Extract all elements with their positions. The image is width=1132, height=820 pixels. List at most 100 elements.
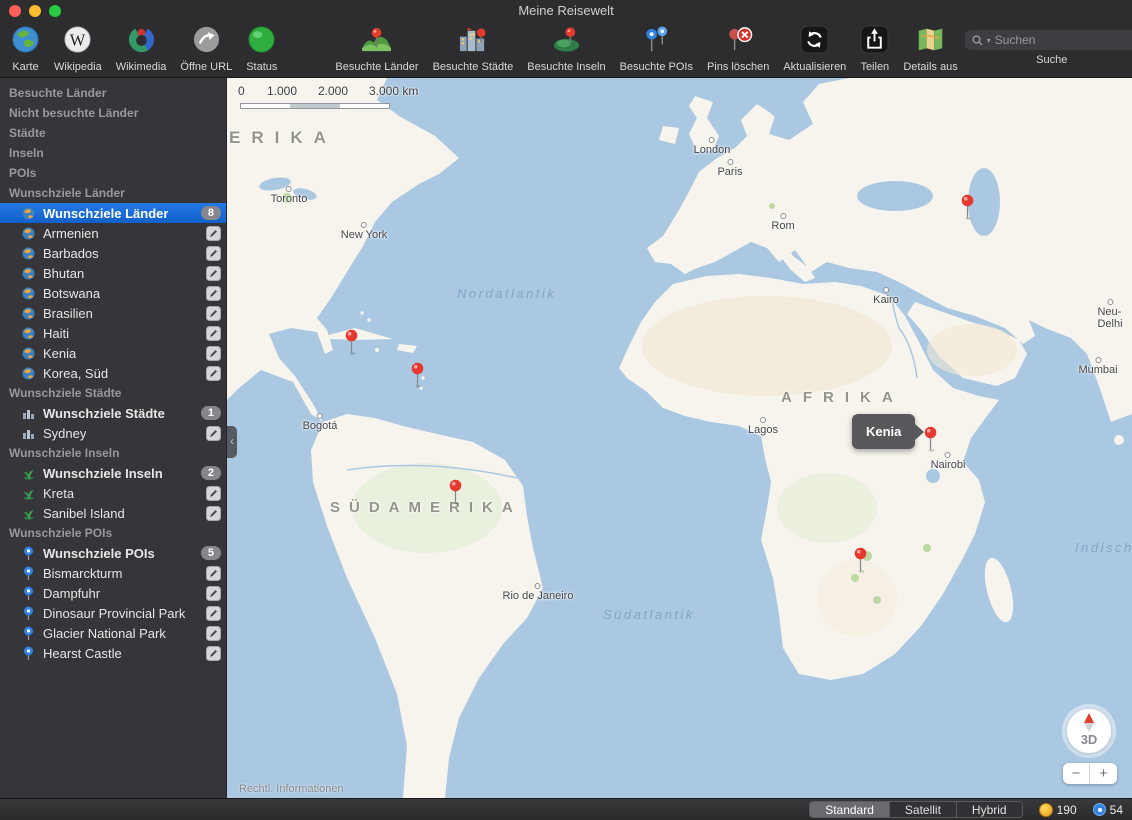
pin-callout[interactable]: Kenia xyxy=(852,414,925,449)
sidebar-item-label: Wunschziele Städte xyxy=(43,405,165,421)
toolbar-button-label: Besuchte Städte xyxy=(432,61,514,73)
pin-callout-label: Kenia xyxy=(866,424,902,439)
sidebar-item-wunschziele-inseln[interactable]: Wunschziele Inseln 2 xyxy=(0,463,226,483)
toolbar-button-besuchte-pois[interactable]: Besuchte POIs xyxy=(613,24,700,77)
sidebar-item-label: Kreta xyxy=(43,485,75,501)
sidebar-item-dampfuhr[interactable]: Dampfuhr xyxy=(0,583,226,603)
toolbar-button-besuchte-laender[interactable]: Besuchte Länder xyxy=(328,24,425,77)
edit-button[interactable] xyxy=(206,285,221,301)
toolbar-button-label: Wikipedia xyxy=(54,61,102,73)
sidebar-item-hearst-castle[interactable]: Hearst Castle xyxy=(0,643,226,663)
edit-button[interactable] xyxy=(206,585,221,601)
map-pin-1[interactable] xyxy=(345,329,358,360)
map-pin-4[interactable] xyxy=(924,426,937,457)
scale-label: 2.000 xyxy=(318,84,349,98)
sidebar-item-korea-s-d[interactable]: Korea, Süd xyxy=(0,363,226,383)
sidebar-group-header-wunschziele-inseln[interactable]: Wunschziele Inseln xyxy=(0,443,226,463)
toolbar-button-wikimedia[interactable]: Wikimedia xyxy=(109,24,174,77)
sidebar-item-kreta[interactable]: Kreta xyxy=(0,483,226,503)
edit-button[interactable] xyxy=(206,645,221,661)
toolbar-button-teilen[interactable]: Teilen xyxy=(853,24,896,77)
toolbar-button-aktualisieren[interactable]: Aktualisieren xyxy=(776,24,853,77)
toolbar-button-label: Karte xyxy=(12,61,39,73)
toolbar: Karte W Wikipedia Wikimedia Öffne URL Status B… xyxy=(0,22,1132,78)
toolbar-button-besuchte-inseln[interactable]: Besuchte Inseln xyxy=(520,24,612,77)
zoom-in-button[interactable]: + xyxy=(1090,763,1117,784)
sidebar-item-brasilien[interactable]: Brasilien xyxy=(0,303,226,323)
wish-country-icon xyxy=(20,225,36,241)
toolbar-button-wikipedia[interactable]: W Wikipedia xyxy=(47,24,109,77)
zoom-out-button[interactable]: − xyxy=(1063,763,1090,784)
sidebar-item-sydney[interactable]: Sydney xyxy=(0,423,226,443)
edit-button[interactable] xyxy=(206,605,221,621)
edit-button[interactable] xyxy=(206,505,221,521)
edit-button[interactable] xyxy=(206,365,221,381)
toolbar-button-karte[interactable]: Karte xyxy=(4,24,47,77)
sidebar-item-armenien[interactable]: Armenien xyxy=(0,223,226,243)
toolbar-button-label: Aktualisieren xyxy=(783,61,847,73)
sidebar-item-wunschziele-st-dte[interactable]: Wunschziele Städte 1 xyxy=(0,403,226,423)
sidebar-item-sanibel-island[interactable]: Sanibel Island xyxy=(0,503,226,523)
sidebar-item-glacier-national-park[interactable]: Glacier National Park xyxy=(0,623,226,643)
map-type-hybrid[interactable]: Hybrid xyxy=(956,802,1022,817)
toolbar-button-details-aus[interactable]: Details aus xyxy=(896,24,964,77)
edit-button[interactable] xyxy=(206,565,221,581)
sidebar-group-header-nicht-besuchte-l-nder[interactable]: Nicht besuchte Länder xyxy=(0,103,226,123)
delete-pins-icon xyxy=(722,25,755,59)
edit-button[interactable] xyxy=(206,245,221,261)
sidebar-item-barbados[interactable]: Barbados xyxy=(0,243,226,263)
edit-button[interactable] xyxy=(206,625,221,641)
map-canvas[interactable]: 0 1.000 2.000 3.000 km ERIKA AFRIKA SÜDAMERIK… xyxy=(227,78,1132,798)
edit-button[interactable] xyxy=(206,325,221,341)
sidebar-item-bismarckturm[interactable]: Bismarckturm xyxy=(0,563,226,583)
map-pin-3[interactable] xyxy=(449,479,462,510)
status-globe-icon xyxy=(247,25,276,59)
map-pin-5[interactable] xyxy=(854,547,867,578)
sidebar-group-header-wunschziele-l-nder[interactable]: Wunschziele Länder xyxy=(0,183,226,203)
edit-button[interactable] xyxy=(206,485,221,501)
sidebar-item-bhutan[interactable]: Bhutan xyxy=(0,263,226,283)
sidebar-item-label: Sanibel Island xyxy=(43,505,125,521)
sidebar-item-kenia[interactable]: Kenia xyxy=(0,343,226,363)
sidebar-group-header-st-dte[interactable]: Städte xyxy=(0,123,226,143)
sidebar-item-label: Bhutan xyxy=(43,265,85,281)
map-type-satellit[interactable]: Satellit xyxy=(889,802,957,817)
search-field[interactable]: ▾ xyxy=(964,30,1132,50)
map-pin-2[interactable] xyxy=(411,362,424,393)
edit-button[interactable] xyxy=(206,305,221,321)
sidebar-collapse-handle[interactable]: ‹ xyxy=(227,426,237,458)
sidebar-group-header-wunschziele-pois[interactable]: Wunschziele POIs xyxy=(0,523,226,543)
sidebar-item-botswana[interactable]: Botswana xyxy=(0,283,226,303)
sidebar-item-dinosaur-provincial-park[interactable]: Dinosaur Provincial Park xyxy=(0,603,226,623)
toolbar-button-pins-loeschen[interactable]: Pins löschen xyxy=(700,24,776,77)
toolbar-button-oeffne-url[interactable]: Öffne URL xyxy=(173,24,239,77)
search-input[interactable] xyxy=(994,33,1132,47)
sidebar-item-wunschziele-l-nder[interactable]: Wunschziele Länder 8 xyxy=(0,203,226,223)
sidebar-item-haiti[interactable]: Haiti xyxy=(0,323,226,343)
svg-text:W: W xyxy=(70,30,86,49)
sidebar-group-header-wunschziele-st-dte[interactable]: Wunschziele Städte xyxy=(0,383,226,403)
map-pin-6[interactable] xyxy=(961,194,974,225)
edit-button[interactable] xyxy=(206,265,221,281)
legal-info-link[interactable]: Rechtl. Informationen xyxy=(239,783,344,795)
wish-island-icon xyxy=(20,505,36,521)
toolbar-button-besuchte-staedte[interactable]: Besuchte Städte xyxy=(426,24,521,77)
sidebar-group-header-inseln[interactable]: Inseln xyxy=(0,143,226,163)
sidebar-item-wunschziele-pois[interactable]: Wunschziele POIs 5 xyxy=(0,543,226,563)
wish-poi-icon xyxy=(20,625,36,641)
sidebar-item-label: Armenien xyxy=(43,225,99,241)
edit-button[interactable] xyxy=(206,345,221,361)
wish-island-icon xyxy=(20,465,36,481)
sidebar-group-header-besuchte-l-nder[interactable]: Besuchte Länder xyxy=(0,83,226,103)
sidebar-item-label: Brasilien xyxy=(43,305,93,321)
counter-poi-count: 54 xyxy=(1092,803,1123,817)
edit-button[interactable] xyxy=(206,425,221,441)
count-badge: 1 xyxy=(200,406,221,420)
search-scope-chevron-icon[interactable]: ▾ xyxy=(987,36,991,45)
scale-label: 0 xyxy=(238,84,245,98)
toolbar-button-status[interactable]: Status xyxy=(239,24,284,77)
sidebar-group-header-pois[interactable]: POIs xyxy=(0,163,226,183)
edit-button[interactable] xyxy=(206,225,221,241)
compass-3d-control[interactable]: 3D xyxy=(1067,709,1111,753)
map-type-standard[interactable]: Standard xyxy=(810,802,890,817)
